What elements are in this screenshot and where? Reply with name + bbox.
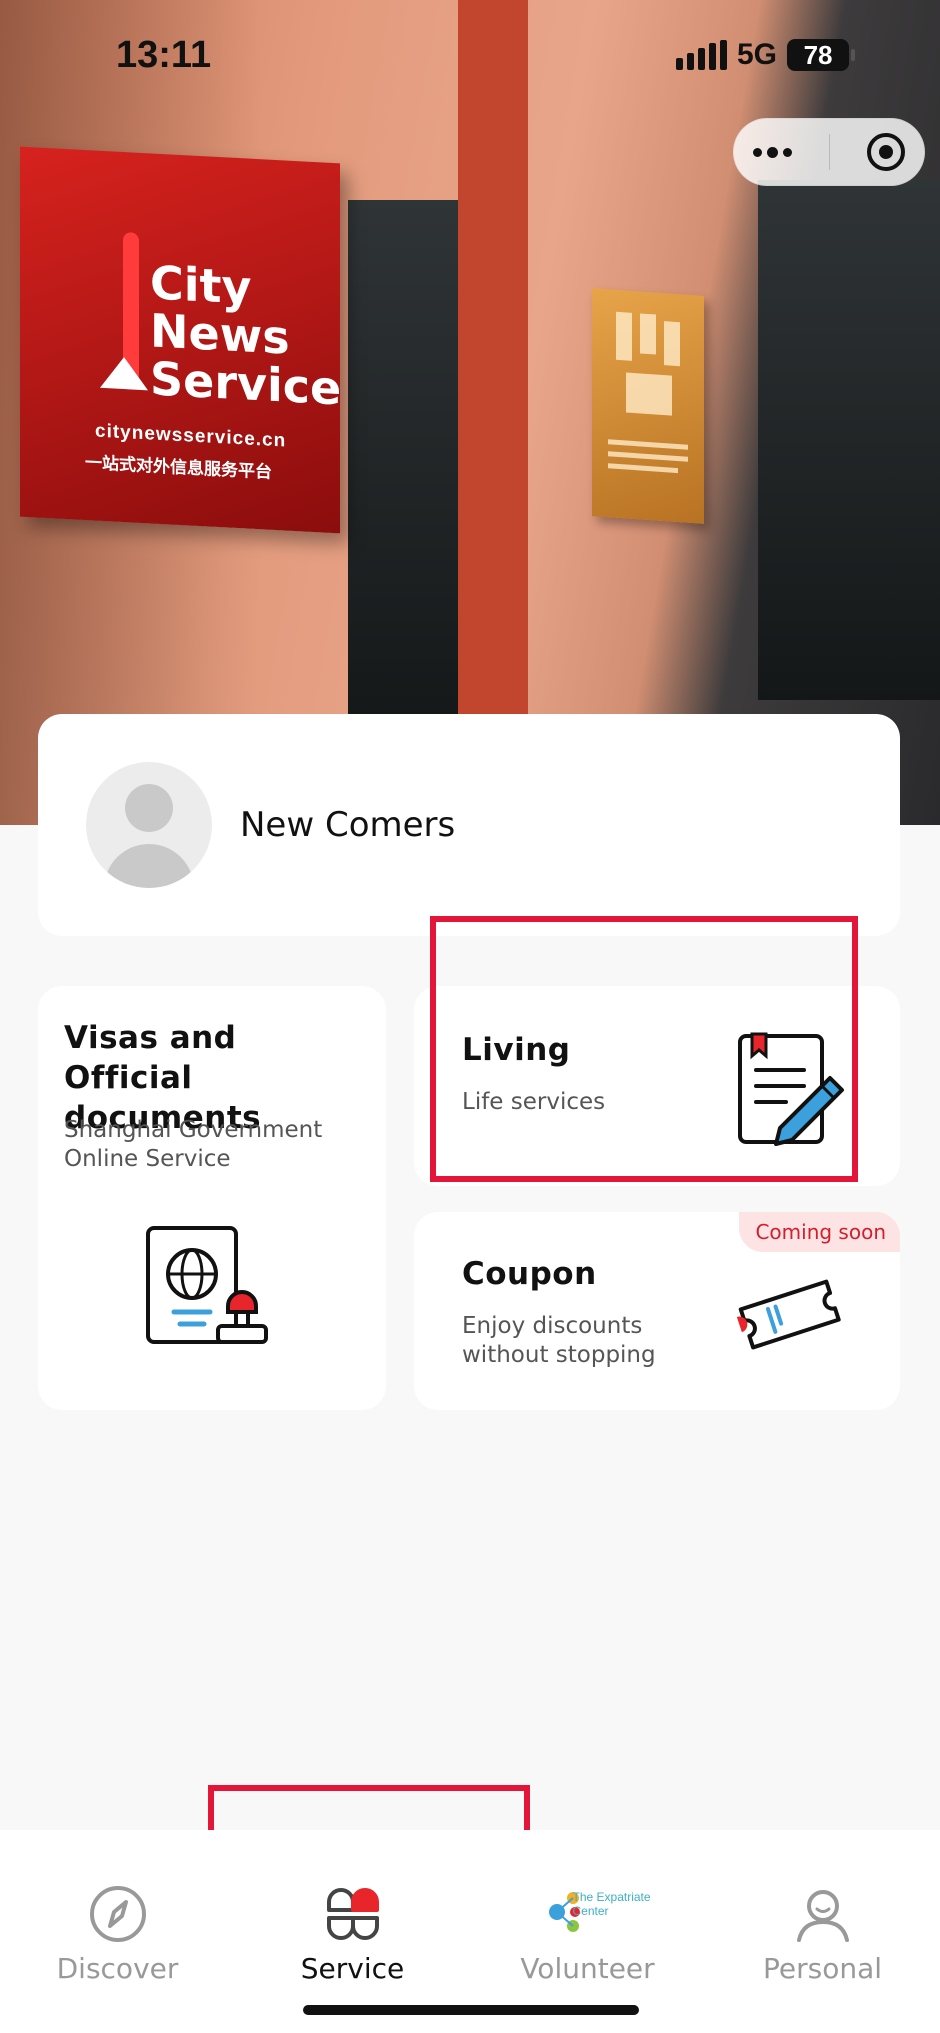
tab-label: Service [300, 1952, 405, 1985]
passport-stamp-icon [146, 1226, 268, 1344]
tab-personal[interactable]: Personal [705, 1830, 940, 2010]
expatriate-center-logo-text: The Expatriate Center [572, 1890, 651, 1918]
battery-icon: 78 [787, 39, 856, 71]
hero-window [348, 200, 458, 740]
coming-soon-badge: Coming soon [739, 1212, 900, 1252]
status-indicators: 5G 78 [676, 38, 856, 72]
signal-icon [676, 40, 727, 70]
mini-program-capsule [733, 118, 925, 186]
coupon-card[interactable]: Coming soon Coupon Enjoy discounts witho… [414, 1212, 900, 1410]
logo-triangle [100, 355, 148, 391]
sign-brand: City News Service [150, 255, 342, 416]
tab-label: Discover [56, 1952, 179, 1985]
battery-level: 78 [803, 39, 833, 70]
highlight-box-living [430, 916, 858, 1182]
tab-label: Volunteer [520, 1952, 655, 1985]
ticket-coupon-icon [736, 1279, 841, 1350]
tab-label: Personal [762, 1952, 883, 1985]
avatar [86, 762, 212, 888]
sign-chinese-slogan: 一站式对外信息服务平台 [85, 453, 272, 482]
profile-card[interactable]: New Comers [38, 714, 900, 936]
tab-discover[interactable]: Discover [0, 1830, 235, 2010]
sign-url: citynewsservice.cn [95, 420, 287, 452]
status-time: 13:11 [116, 34, 212, 76]
city-news-service-sign: City News Service citynewsservice.cn 一站式… [20, 146, 342, 534]
close-miniprogram-icon[interactable] [867, 133, 906, 171]
bottom-tab-bar: Discover Service The Expatriate Center V… [0, 1830, 940, 2033]
hero-window [758, 180, 940, 700]
network-type: 5G [737, 38, 778, 71]
profile-name: New Comers [240, 805, 456, 845]
capsule-divider [828, 134, 830, 170]
visa-documents-card[interactable]: Visas and Official documents Shanghai Go… [38, 986, 386, 1410]
coupon-card-title: Coupon [462, 1256, 597, 1292]
tab-service[interactable]: Service [235, 1830, 470, 2010]
compass-icon [89, 1886, 146, 1942]
tab-volunteer[interactable]: The Expatriate Center Volunteer [470, 1830, 705, 2010]
hero-pillar [458, 0, 528, 825]
sign-brand-line: Service [150, 351, 342, 416]
more-options-icon[interactable] [752, 146, 792, 158]
visa-card-subtitle: Shanghai Government Online Service [64, 1117, 323, 1172]
community-center-sign [592, 288, 704, 524]
service-icon [326, 1888, 379, 1940]
coupon-card-subtitle: Enjoy discounts without stopping [462, 1313, 656, 1368]
home-indicator [303, 2005, 639, 2015]
person-icon [796, 1890, 849, 1942]
